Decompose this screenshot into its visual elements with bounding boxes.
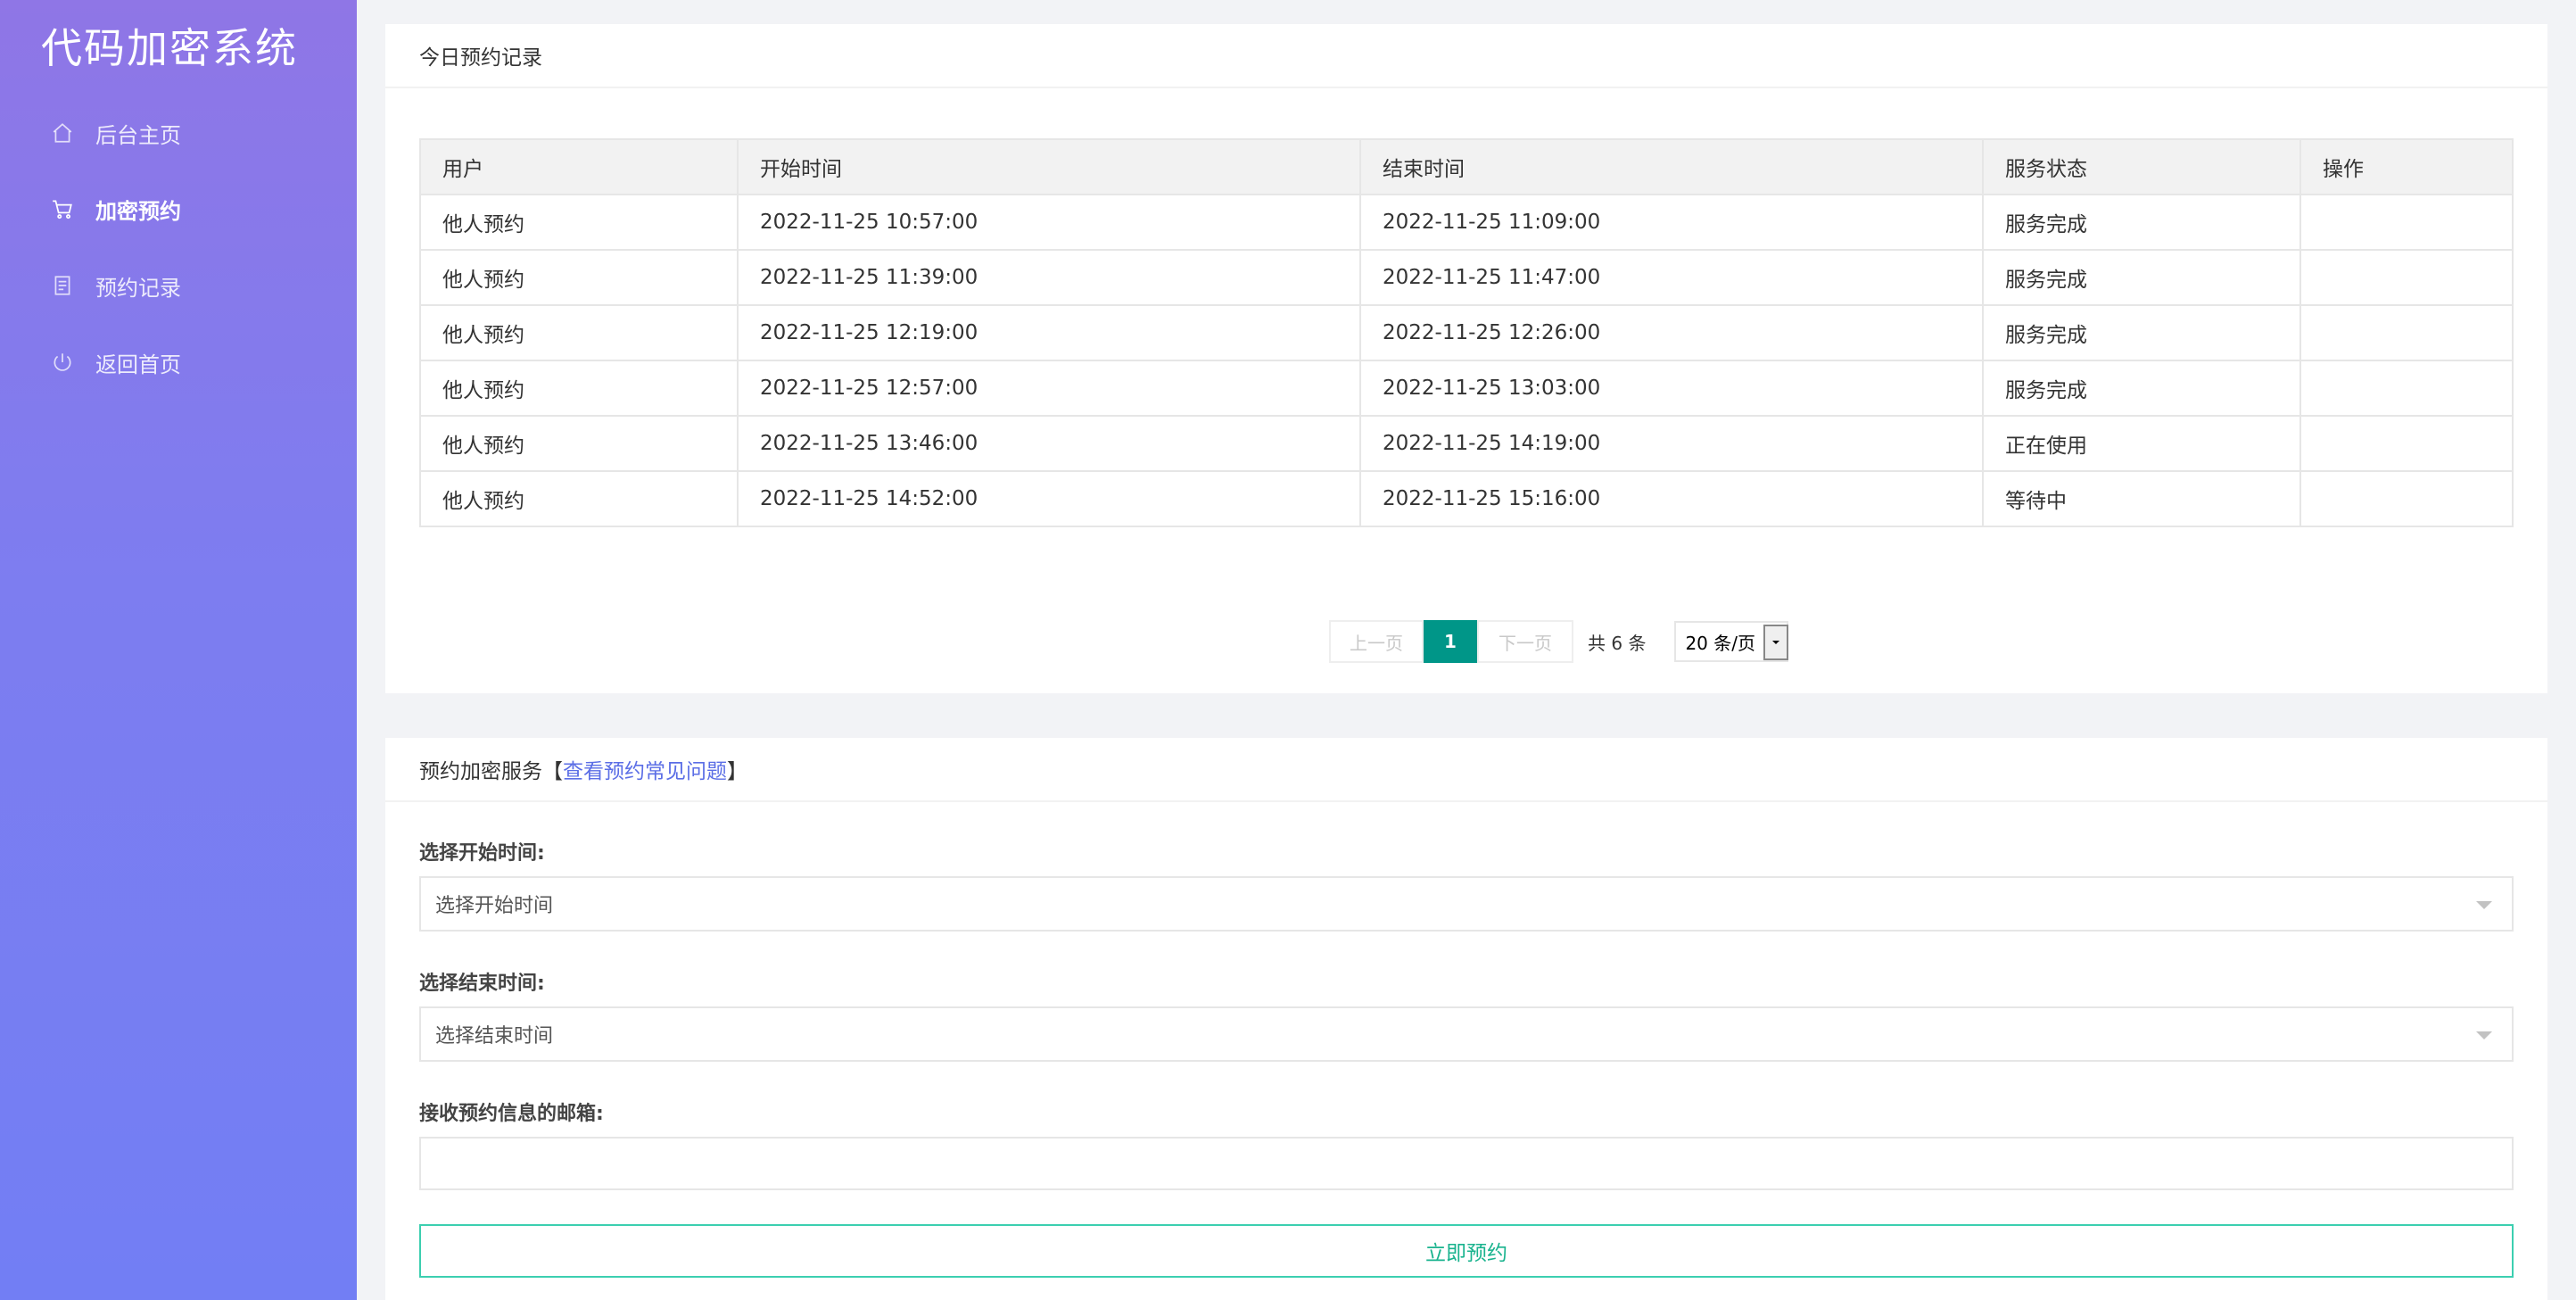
cell-action xyxy=(2299,304,2514,361)
column-header-action: 操作 xyxy=(2299,138,2514,195)
table-row: 他人预约 2022-11-25 12:19:00 2022-11-25 12:26:… xyxy=(419,304,2514,361)
cell-action xyxy=(2299,194,2514,251)
cell-user[interactable]: 他人预约 xyxy=(419,194,739,251)
sidebar-item-encrypt-booking[interactable]: 加密预约 xyxy=(49,186,334,231)
next-page-button[interactable]: 下一页 xyxy=(1477,620,1573,663)
end-time-select[interactable]: 选择结束时间 xyxy=(419,1006,2514,1062)
document-icon xyxy=(49,272,76,299)
faq-link[interactable]: 查看预约常见问题 xyxy=(563,754,727,784)
cell-user[interactable]: 他人预约 xyxy=(419,304,739,361)
home-icon xyxy=(49,120,76,146)
cell-action xyxy=(2299,249,2514,306)
pagination: 上一页 1 下一页 共 6 条 20 条/页 xyxy=(1329,620,1789,663)
cell-start-time: 2022-11-25 10:57:00 xyxy=(737,194,1361,251)
cell-user[interactable]: 他人预约 xyxy=(419,360,739,417)
cell-action xyxy=(2299,415,2514,472)
column-header-user: 用户 xyxy=(419,138,739,195)
cell-status: 等待中 xyxy=(1982,470,2301,527)
table-row: 他人预约 2022-11-25 11:39:00 2022-11-25 11:47:… xyxy=(419,249,2514,306)
records-card: 今日预约记录 用户 开始时间 结束时间 服务状态 操作 他人预约 2022-11-… xyxy=(385,24,2547,693)
start-time-placeholder: 选择开始时间 xyxy=(435,895,554,917)
table-row: 他人预约 2022-11-25 10:57:00 2022-11-25 11:09:… xyxy=(419,194,2514,251)
table-header-row: 用户 开始时间 结束时间 服务状态 操作 xyxy=(419,138,2514,195)
table-row: 他人预约 2022-11-25 13:46:00 2022-11-25 14:19:… xyxy=(419,415,2514,472)
sidebar-item-label: 后台主页 xyxy=(95,122,181,148)
sidebar-item-label: 返回首页 xyxy=(95,352,181,377)
cell-action xyxy=(2299,360,2514,417)
column-header-end-time: 结束时间 xyxy=(1359,138,1984,195)
cell-start-time: 2022-11-25 13:46:00 xyxy=(737,415,1361,472)
end-time-label: 选择结束时间: xyxy=(419,973,545,995)
cell-start-time: 2022-11-25 14:52:00 xyxy=(737,470,1361,527)
cell-status: 服务完成 xyxy=(1982,360,2301,417)
email-input[interactable] xyxy=(419,1137,2514,1190)
sidebar-item-label: 预约记录 xyxy=(95,275,181,301)
cell-start-time: 2022-11-25 11:39:00 xyxy=(737,249,1361,306)
table-row: 他人预约 2022-11-25 14:52:00 2022-11-25 15:16:… xyxy=(419,470,2514,527)
sidebar-item-label: 加密预约 xyxy=(95,198,181,224)
cell-end-time: 2022-11-25 15:16:00 xyxy=(1359,470,1984,527)
cell-status: 服务完成 xyxy=(1982,304,2301,361)
booking-title-prefix: 预约加密服务【 xyxy=(419,760,563,783)
booking-title-suffix: 】 xyxy=(727,760,747,783)
page-size-select[interactable]: 20 条/页 xyxy=(1674,621,1789,662)
cell-status: 正在使用 xyxy=(1982,415,2301,472)
cell-user[interactable]: 他人预约 xyxy=(419,249,739,306)
caret-down-icon xyxy=(2476,901,2492,909)
table-row: 他人预约 2022-11-25 12:57:00 2022-11-25 13:03:… xyxy=(419,360,2514,417)
records-card-title: 今日预约记录 xyxy=(385,24,2547,88)
cell-start-time: 2022-11-25 12:57:00 xyxy=(737,360,1361,417)
cell-user[interactable]: 他人预约 xyxy=(419,415,739,472)
sidebar: 代码加密系统 后台主页 加密预约 预约记录 返回首页 xyxy=(0,0,357,1300)
cell-action xyxy=(2299,470,2514,527)
cell-end-time: 2022-11-25 11:47:00 xyxy=(1359,249,1984,306)
column-header-status: 服务状态 xyxy=(1982,138,2301,195)
column-header-start-time: 开始时间 xyxy=(737,138,1361,195)
records-table: 用户 开始时间 结束时间 服务状态 操作 他人预约 2022-11-25 10:5… xyxy=(419,138,2514,527)
app-logo-title: 代码加密系统 xyxy=(41,24,298,72)
sidebar-item-back-home[interactable]: 返回首页 xyxy=(49,340,334,385)
cell-end-time: 2022-11-25 12:26:00 xyxy=(1359,304,1984,361)
sidebar-item-booking-records[interactable]: 预约记录 xyxy=(49,263,334,308)
cell-end-time: 2022-11-25 13:03:00 xyxy=(1359,360,1984,417)
cell-user[interactable]: 他人预约 xyxy=(419,470,739,527)
cell-start-time: 2022-11-25 12:19:00 xyxy=(737,304,1361,361)
chevron-down-icon[interactable] xyxy=(1763,625,1789,660)
cell-end-time: 2022-11-25 14:19:00 xyxy=(1359,415,1984,472)
book-now-button[interactable]: 立即预约 xyxy=(419,1224,2514,1278)
cell-end-time: 2022-11-25 11:09:00 xyxy=(1359,194,1984,251)
start-time-select[interactable]: 选择开始时间 xyxy=(419,876,2514,932)
start-time-label: 选择开始时间: xyxy=(419,842,545,865)
sidebar-item-dashboard[interactable]: 后台主页 xyxy=(49,111,334,155)
cell-status: 服务完成 xyxy=(1982,249,2301,306)
cell-status: 服务完成 xyxy=(1982,194,2301,251)
prev-page-button[interactable]: 上一页 xyxy=(1329,620,1424,663)
booking-card-title: 预约加密服务【 查看预约常见问题 】 xyxy=(385,738,2547,802)
power-icon xyxy=(49,349,76,376)
page-1-button[interactable]: 1 xyxy=(1424,620,1477,663)
caret-down-icon xyxy=(2476,1031,2492,1039)
email-label: 接收预约信息的邮箱: xyxy=(419,1103,604,1125)
end-time-placeholder: 选择结束时间 xyxy=(435,1025,554,1047)
cart-icon xyxy=(49,195,76,222)
total-count: 共 6 条 xyxy=(1588,632,1647,654)
page-size-value: 20 条/页 xyxy=(1685,632,1755,654)
